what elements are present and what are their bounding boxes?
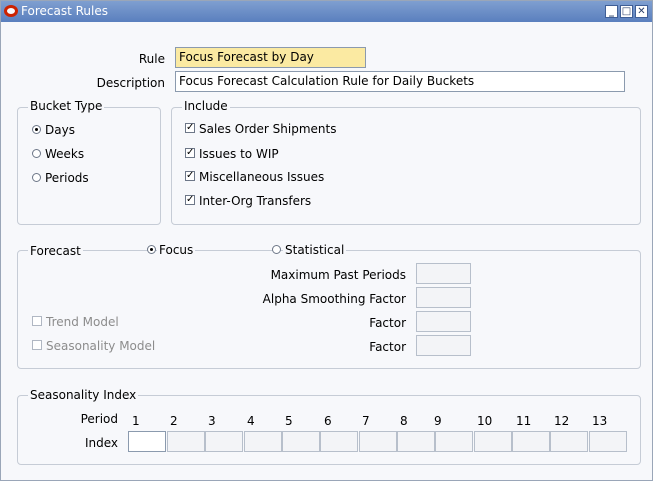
period-number: 1 xyxy=(132,414,140,428)
trend-factor-label: Factor xyxy=(369,316,406,330)
period-number: 5 xyxy=(285,414,293,428)
sales-order-shipments-checkbox[interactable]: ✓ xyxy=(185,123,195,133)
index-cell[interactable] xyxy=(205,431,243,452)
period-number: 10 xyxy=(477,414,493,428)
alpha-smoothing-factor-field[interactable] xyxy=(416,287,471,308)
period-number: 13 xyxy=(592,414,608,428)
max-past-periods-label: Maximum Past Periods xyxy=(270,268,406,282)
bucket-type-title: Bucket Type xyxy=(28,99,105,113)
trend-model-checkbox[interactable] xyxy=(32,316,42,326)
index-cell[interactable] xyxy=(244,431,282,452)
period-number: 3 xyxy=(208,414,216,428)
window-title: Forecast Rules xyxy=(21,4,108,18)
index-cell[interactable] xyxy=(474,431,512,452)
period-number: 6 xyxy=(324,414,332,428)
sales-order-shipments-label[interactable]: Sales Order Shipments xyxy=(199,122,336,136)
issues-to-wip-checkbox[interactable]: ✓ xyxy=(185,148,195,158)
seasonality-index-title: Seasonality Index xyxy=(28,388,139,402)
issues-to-wip-label[interactable]: Issues to WIP xyxy=(199,147,279,161)
miscellaneous-issues-label[interactable]: Miscellaneous Issues xyxy=(199,170,324,184)
period-number: 9 xyxy=(434,414,442,428)
rule-field[interactable]: Focus Forecast by Day xyxy=(175,47,366,68)
period-number: 2 xyxy=(170,414,178,428)
forecast-statistical-radio[interactable] xyxy=(272,245,281,254)
bucket-weeks-radio[interactable] xyxy=(32,149,41,158)
max-past-periods-field[interactable] xyxy=(416,263,471,284)
index-cell[interactable] xyxy=(589,431,627,452)
forecast-title: Forecast xyxy=(28,244,83,258)
forecast-statistical-label[interactable]: Statistical xyxy=(283,243,347,257)
miscellaneous-issues-checkbox[interactable]: ✓ xyxy=(185,171,195,181)
maximize-icon[interactable]: □ xyxy=(620,5,633,18)
description-field[interactable]: Focus Forecast Calculation Rule for Dail… xyxy=(175,71,625,92)
bucket-periods-radio[interactable] xyxy=(32,173,41,182)
rule-label: Rule xyxy=(138,52,165,66)
index-cell[interactable] xyxy=(359,431,397,452)
index-cell[interactable] xyxy=(320,431,358,452)
include-title: Include xyxy=(182,99,230,113)
close-icon[interactable]: ✕ xyxy=(635,5,648,18)
forecast-focus-radio[interactable] xyxy=(147,245,156,254)
minimize-icon[interactable]: _ xyxy=(605,5,618,18)
period-label: Period xyxy=(80,412,118,426)
seasonality-factor-field[interactable] xyxy=(416,335,471,356)
seasonality-index-group xyxy=(17,395,641,465)
title-bar: Forecast Rules _ □ ✕ xyxy=(1,1,652,22)
index-cell[interactable] xyxy=(550,431,588,452)
index-cell[interactable] xyxy=(128,431,166,452)
forecast-rules-window: Forecast Rules _ □ ✕ Rule Focus Forecast… xyxy=(0,0,653,481)
trend-factor-field[interactable] xyxy=(416,311,471,332)
inter-org-transfers-checkbox[interactable]: ✓ xyxy=(185,195,195,205)
bucket-periods-label[interactable]: Periods xyxy=(45,171,89,185)
period-number: 8 xyxy=(400,414,408,428)
seasonality-model-label: Seasonality Model xyxy=(46,339,156,353)
index-cell[interactable] xyxy=(282,431,320,452)
period-number: 7 xyxy=(362,414,370,428)
bucket-days-label[interactable]: Days xyxy=(45,123,75,137)
period-number: 12 xyxy=(554,414,570,428)
index-cell[interactable] xyxy=(397,431,435,452)
period-number: 4 xyxy=(247,414,255,428)
description-label: Description xyxy=(96,76,165,90)
index-cell[interactable] xyxy=(512,431,550,452)
period-number: 11 xyxy=(516,414,532,428)
index-label: Index xyxy=(84,436,118,450)
oracle-logo-icon xyxy=(4,5,18,17)
forecast-focus-label[interactable]: Focus xyxy=(157,243,196,257)
index-cell[interactable] xyxy=(435,431,473,452)
inter-org-transfers-label[interactable]: Inter-Org Transfers xyxy=(199,194,311,208)
alpha-smoothing-factor-label: Alpha Smoothing Factor xyxy=(262,292,406,306)
seasonality-factor-label: Factor xyxy=(369,340,406,354)
bucket-weeks-label[interactable]: Weeks xyxy=(45,147,84,161)
trend-model-label: Trend Model xyxy=(46,315,119,329)
bucket-days-radio[interactable] xyxy=(32,125,41,134)
seasonality-model-checkbox[interactable] xyxy=(32,340,42,350)
index-cell[interactable] xyxy=(167,431,205,452)
